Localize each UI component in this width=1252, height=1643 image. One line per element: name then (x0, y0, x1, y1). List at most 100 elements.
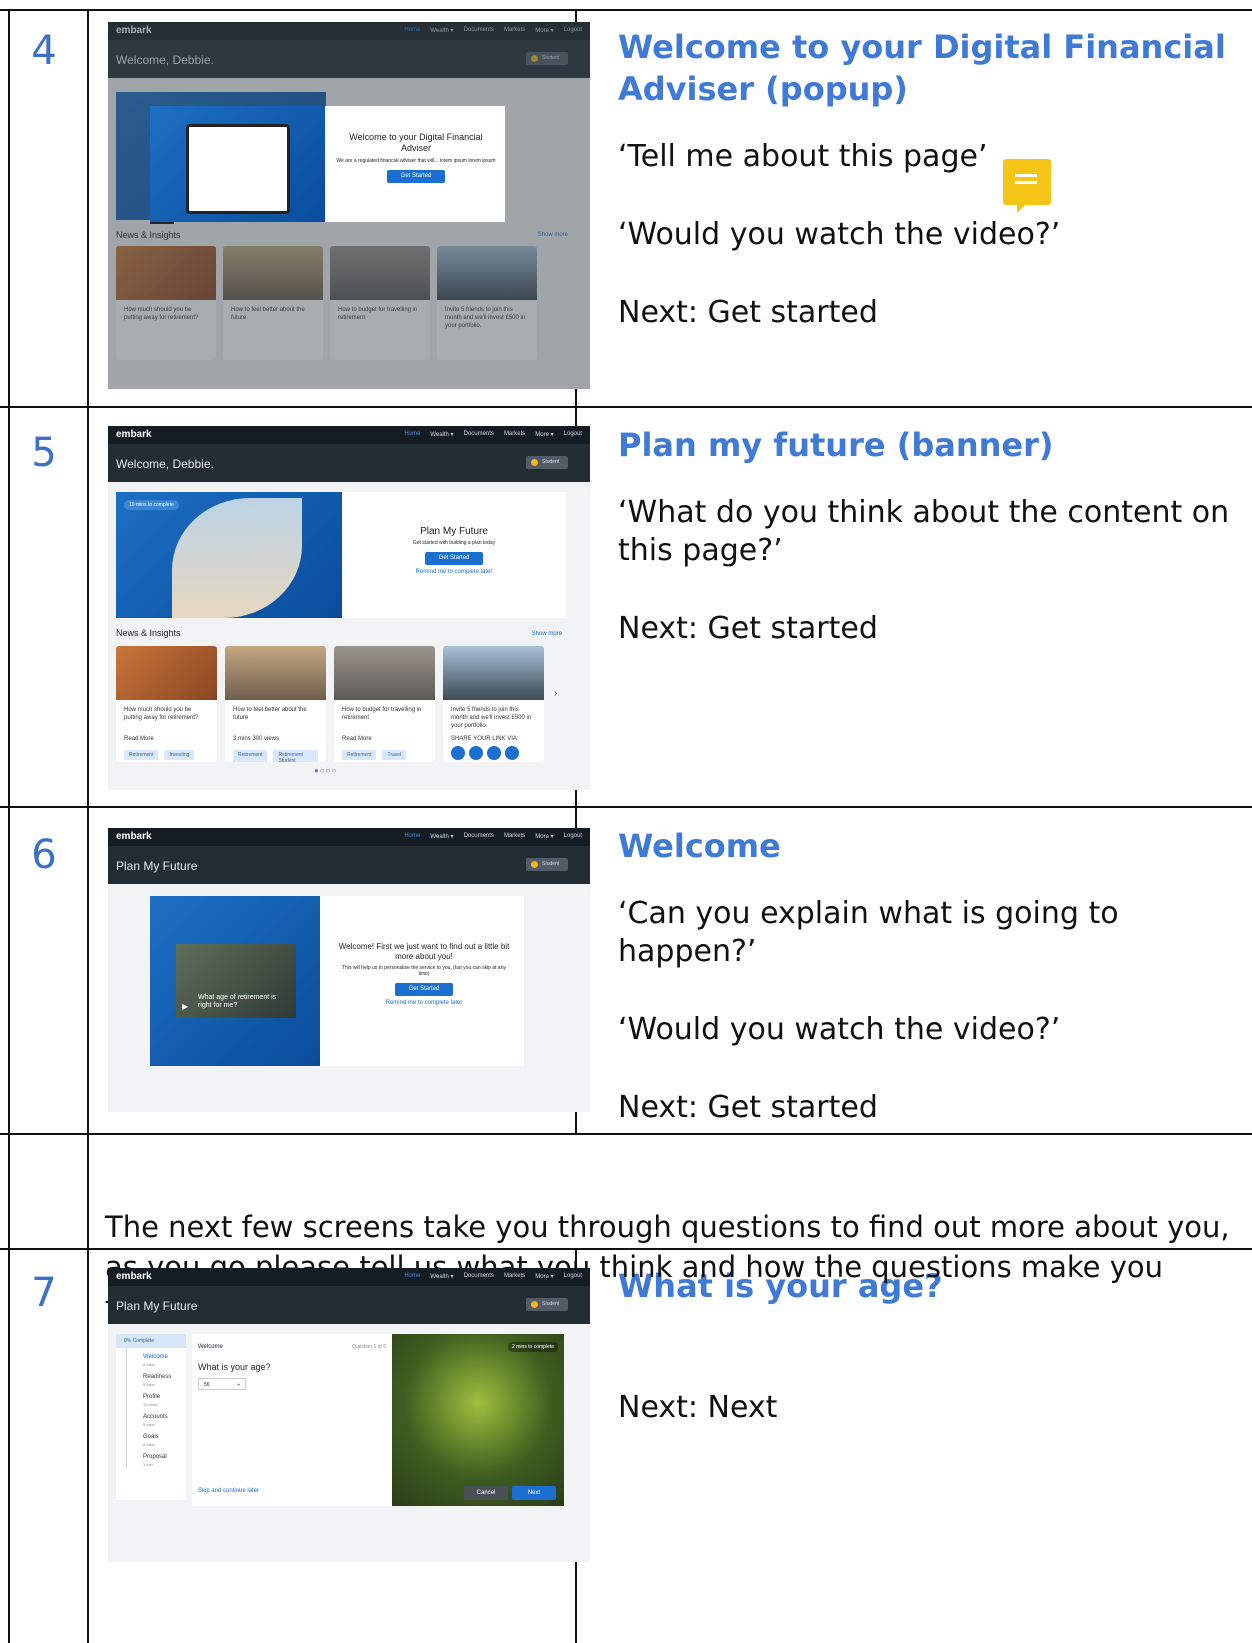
row-title: Welcome to your Digital Financial Advise… (618, 28, 1226, 108)
table-border (0, 406, 1252, 408)
student-badge[interactable]: Student (526, 858, 568, 871)
news-card[interactable]: How much should you be putting away for … (116, 646, 217, 762)
row-title: Plan my future (banner) (618, 426, 1054, 464)
screenshot-banner: embark Home Wealth ▾ Documents Markets More … (108, 426, 590, 790)
nav-documents[interactable]: Documents (464, 1273, 494, 1280)
popup-title: Welcome to your Digital Financial Advise… (349, 132, 483, 153)
step-item[interactable]: Accounts 5 mins (143, 1414, 186, 1428)
nav-documents[interactable]: Documents (464, 431, 494, 438)
row-number: 5 (31, 430, 57, 476)
screenshot-popup: embark Home Wealth ▾ Documents Markets More … (108, 22, 590, 389)
nav-home[interactable]: Home (404, 431, 420, 438)
news-card[interactable]: How to feel better about the future 3 min… (225, 646, 326, 762)
step-item[interactable]: Profile 10 mins (143, 1394, 186, 1408)
nav-logout[interactable]: Logout (564, 1273, 582, 1280)
nav-menu: Home Wealth ▾ Documents Markets More ▾ Logout (404, 1273, 582, 1280)
row-line: ‘Tell me about this page’ (618, 139, 988, 174)
popup-image (150, 106, 325, 222)
welcome-panel: ▶ What age of retirement is right for me… (150, 896, 524, 1066)
chevron-right-icon[interactable]: › (554, 688, 557, 699)
row-line: Next: Get started (618, 295, 878, 330)
question-text: What is your age? (198, 1362, 271, 1372)
row-line: Next: Next (618, 1390, 778, 1425)
nav-wealth[interactable]: Wealth ▾ (430, 431, 453, 438)
nav-more[interactable]: More ▾ (535, 833, 553, 840)
welcome-image: ▶ What age of retirement is right for me… (150, 896, 320, 1066)
question-card: Welcome Question 1 of 6 What is your age… (192, 1334, 392, 1506)
table-border (87, 9, 89, 1643)
app-nav: embark Home Wealth ▾ Documents Markets More … (108, 426, 590, 444)
row-number: 4 (31, 28, 57, 74)
row-line: ‘What do you think about the content on … (618, 495, 1230, 568)
comment-icon[interactable] (1003, 159, 1051, 213)
brand-logo: embark (116, 1271, 152, 1282)
referral-card[interactable]: Invite 5 friends to join this month and … (443, 646, 544, 762)
step-item[interactable]: Readiness 5 mins (143, 1374, 186, 1388)
nav-home[interactable]: Home (404, 833, 420, 840)
nav-more[interactable]: More ▾ (535, 431, 553, 438)
section-label: Welcome (198, 1344, 223, 1350)
step-item[interactable]: Welcome 5 mins (143, 1354, 186, 1368)
popup-body: We are a regulated financial adviser tha… (336, 158, 496, 164)
student-badge[interactable]: Student (526, 456, 568, 469)
video-thumbnail[interactable]: ▶ What age of retirement is right for me… (176, 944, 296, 1018)
tree-image: 2 mins to complete Cancel Next (392, 1334, 564, 1506)
question-counter: Question 1 of 6 (352, 1344, 386, 1350)
nav-wealth[interactable]: Wealth ▾ (430, 1273, 453, 1280)
carousel-dots[interactable]: ●○○○ (314, 766, 337, 775)
remind-later-link[interactable]: Remind me to complete later (342, 569, 566, 575)
welcome-title: Welcome! First we just want to find out … (338, 942, 510, 961)
time-pill: 10 mins to complete (124, 500, 179, 510)
share-icons[interactable] (443, 746, 544, 760)
app-header: Plan My Future Student (108, 1286, 590, 1324)
show-more-link[interactable]: Show more (532, 631, 562, 637)
table-border (0, 806, 1252, 808)
app-nav: embark Home Wealth ▾ Documents Markets More … (108, 828, 590, 846)
nav-documents[interactable]: Documents (464, 833, 494, 840)
cancel-button[interactable]: Cancel (464, 1486, 508, 1500)
nav-menu: Home Wealth ▾ Documents Markets More ▾ Logout (404, 833, 582, 840)
row-notes: Welcome ‘Can you explain what is going t… (618, 825, 1248, 1167)
remind-later-link[interactable]: Remind me to complete later (336, 1000, 512, 1006)
table-border (8, 9, 10, 1643)
banner-sub: Get started with building a plan today (412, 540, 496, 546)
screenshot-age-question: embark Home Wealth ▾ Documents Markets More … (108, 1268, 590, 1562)
beach-photo (172, 498, 302, 618)
video-title: What age of retirement is right for me? (198, 994, 277, 1009)
page-title: Plan My Future (116, 859, 198, 873)
row-line: ‘Would you watch the video?’ (618, 217, 1061, 252)
play-icon[interactable]: ▶ (182, 1002, 188, 1011)
app-nav: embark Home Wealth ▾ Documents Markets More … (108, 1268, 590, 1286)
nav-logout[interactable]: Logout (564, 431, 582, 438)
nav-wealth[interactable]: Wealth ▾ (430, 833, 453, 840)
news-card[interactable]: How to budget for travelling in retireme… (334, 646, 435, 762)
nav-markets[interactable]: Markets (504, 1273, 525, 1280)
nav-home[interactable]: Home (404, 1273, 420, 1280)
step-item[interactable]: Goals 5 mins (143, 1434, 186, 1448)
table-border (0, 9, 1252, 11)
app-header: Plan My Future Student (108, 846, 590, 884)
nav-logout[interactable]: Logout (564, 833, 582, 840)
banner-title: Plan My Future (420, 526, 488, 537)
nav-markets[interactable]: Markets (504, 833, 525, 840)
next-button[interactable]: Next (512, 1486, 556, 1500)
steps-list: Welcome 5 mins Readiness 5 mins Profile 10 … (126, 1348, 186, 1468)
nav-markets[interactable]: Markets (504, 431, 525, 438)
get-started-button[interactable]: Get Started (425, 552, 483, 565)
get-started-button[interactable]: Get Started (387, 170, 445, 183)
student-badge[interactable]: Student (526, 1298, 568, 1311)
skip-link[interactable]: Skip and continue later (198, 1488, 259, 1494)
step-item[interactable]: Proposal 1 min (143, 1454, 186, 1468)
row-line: ‘Would you watch the video?’ (618, 1012, 1061, 1047)
nav-more[interactable]: More ▾ (535, 1273, 553, 1280)
row-notes: Plan my future (banner) ‘What do you thi… (618, 424, 1248, 688)
get-started-button[interactable]: Get Started (395, 983, 453, 996)
plan-banner: 10 mins to complete Plan My Future Get s… (116, 492, 566, 618)
row-line: Next: Get started (618, 1090, 878, 1125)
app-header: Welcome, Debbie. Student (108, 444, 590, 482)
nav-menu: Home Wealth ▾ Documents Markets More ▾ Logout (404, 431, 582, 438)
greeting: Welcome, Debbie. (116, 457, 214, 471)
age-select[interactable]: 56 ÷ (198, 1378, 246, 1390)
progress-header: 0% Complete (116, 1334, 186, 1348)
welcome-popup: Welcome to your Digital Financial Advise… (150, 106, 505, 222)
